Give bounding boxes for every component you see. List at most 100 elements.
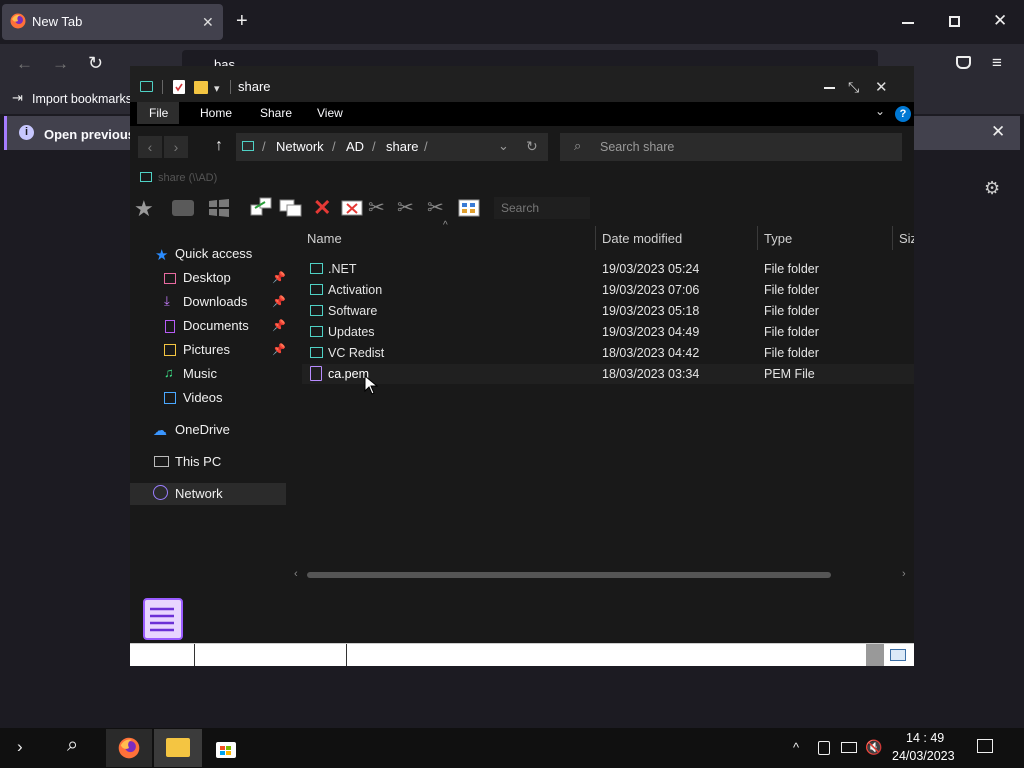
column-header-type[interactable]: Type [764, 231, 792, 246]
file-row[interactable]: Updates 19/03/2023 04:49 File folder [302, 322, 914, 342]
taskbar-firefox-button[interactable] [106, 729, 152, 767]
windows-logo-icon[interactable] [208, 198, 230, 218]
column-divider[interactable] [595, 226, 596, 250]
file-row[interactable]: VC Redist 18/03/2023 04:42 File folder [302, 343, 914, 363]
column-header-name[interactable]: Name [307, 231, 342, 246]
import-icon: ⇥ [12, 90, 23, 105]
forward-icon[interactable]: → [52, 54, 69, 74]
file-row[interactable]: Activation 19/03/2023 07:06 File folder [302, 280, 914, 300]
clock-time[interactable]: 14 : 49 [906, 731, 944, 745]
favorite-star-icon[interactable]: ★ [134, 196, 154, 222]
close-tab-icon[interactable]: ✕ [202, 14, 214, 31]
file-row[interactable]: .NET 19/03/2023 05:24 File folder [302, 259, 914, 279]
cut-icon[interactable]: ✂ [368, 195, 385, 220]
pin-icon[interactable]: 📌 [272, 319, 286, 332]
breadcrumb-share[interactable]: share [386, 139, 419, 154]
network-tray-icon[interactable] [841, 742, 857, 753]
reload-icon[interactable]: ↻ [88, 53, 103, 74]
explorer-minimize-icon[interactable] [824, 87, 835, 89]
close-window-icon[interactable]: ✕ [993, 11, 1007, 31]
meet-now-icon[interactable] [818, 741, 830, 755]
address-bar[interactable]: / Network / AD / share / ⌄ ↻ [236, 133, 548, 161]
new-tab-icon[interactable]: + [236, 10, 248, 33]
address-dropdown-icon[interactable]: ⌄ [498, 138, 509, 154]
scroll-right-icon[interactable]: › [902, 568, 906, 580]
rename-icon[interactable]: ✂ [397, 195, 414, 220]
scroll-left-icon[interactable]: ‹ [294, 568, 298, 580]
nav-this-pc[interactable]: This PC [175, 454, 221, 469]
nav-up-icon[interactable]: ↑ [215, 137, 223, 155]
ribbon-tab-share[interactable]: Share [260, 106, 292, 120]
nav-item-music[interactable]: ♫ Music [160, 365, 286, 386]
details-view-icon[interactable] [866, 644, 884, 666]
explorer-close-icon[interactable]: ✕ [875, 78, 888, 96]
ribbon-tab-home[interactable]: Home [200, 106, 232, 120]
quick-access-dropdown-icon[interactable]: ▾ [214, 82, 220, 95]
nav-item-label: Videos [183, 390, 223, 405]
file-row[interactable]: Software 19/03/2023 05:18 File folder [302, 301, 914, 321]
ribbon-tab-file[interactable]: File [149, 106, 168, 120]
pin-icon[interactable]: 📌 [272, 295, 286, 308]
nav-onedrive[interactable]: OneDrive [175, 422, 230, 437]
drive-icon[interactable] [172, 200, 194, 216]
delete-permanently-icon[interactable] [341, 198, 365, 218]
tree-location-label[interactable]: share (\\AD) [158, 172, 217, 184]
document-preview-icon [140, 597, 186, 641]
pin-icon[interactable]: 📌 [272, 271, 286, 284]
copy-to-icon[interactable] [279, 198, 303, 218]
nav-item-desktop[interactable]: Desktop 📌 [160, 270, 286, 290]
file-type: PEM File [764, 367, 815, 381]
breadcrumb-network[interactable]: Network [276, 139, 324, 154]
browser-tab[interactable]: New Tab ✕ [2, 4, 223, 40]
ribbon-tab-view[interactable]: View [317, 106, 343, 120]
nav-item-videos[interactable]: Videos [160, 390, 286, 410]
column-header-size[interactable]: Siz [899, 231, 914, 246]
column-divider[interactable] [757, 226, 758, 250]
explorer-maximize-icon[interactable]: ⤡ [848, 79, 859, 96]
taskbar-explorer-button[interactable] [154, 729, 202, 767]
clock-date[interactable]: 24/03/2023 [892, 749, 955, 763]
store-icon[interactable] [215, 737, 237, 759]
properties-icon[interactable] [173, 80, 185, 94]
column-divider[interactable] [892, 226, 893, 250]
nav-item-pictures[interactable]: Pictures 📌 [160, 342, 286, 362]
expand-ribbon-icon[interactable]: ⌄ [875, 104, 885, 118]
file-date: 18/03/2023 04:42 [602, 346, 700, 360]
new-folder-icon[interactable] [194, 81, 208, 94]
horizontal-scrollbar-thumb[interactable] [307, 572, 831, 578]
nav-network[interactable]: Network [175, 486, 223, 501]
column-header-date[interactable]: Date modified [602, 231, 682, 246]
pin-icon[interactable]: 📌 [272, 343, 286, 356]
minimize-icon[interactable] [902, 22, 914, 24]
chevron-right-icon[interactable]: › [17, 737, 23, 757]
menu-icon[interactable]: ≡ [992, 53, 1002, 73]
search-taskbar-icon[interactable]: ⌕ [67, 734, 78, 757]
volume-muted-icon[interactable]: 🔇 [865, 739, 882, 756]
file-date: 19/03/2023 04:49 [602, 325, 700, 339]
back-icon[interactable]: ← [16, 54, 33, 74]
nav-item-documents[interactable]: Documents 📌 [160, 318, 286, 338]
search-box[interactable]: ⌕ Search share [560, 133, 902, 161]
paste-icon[interactable]: ✂ [427, 195, 444, 220]
nav-back-icon[interactable]: ‹ [138, 136, 162, 158]
tray-overflow-icon[interactable]: ^ [793, 740, 799, 755]
notifications-icon[interactable] [977, 739, 993, 753]
nav-forward-icon[interactable]: › [164, 136, 188, 158]
move-to-icon[interactable] [250, 197, 274, 217]
breadcrumb-ad[interactable]: AD [346, 139, 364, 154]
close-notification-icon[interactable]: ✕ [991, 122, 1005, 142]
import-bookmarks-link[interactable]: Import bookmarks [32, 92, 132, 106]
view-options-icon[interactable] [458, 199, 480, 217]
help-icon[interactable]: ? [895, 106, 911, 122]
toolbar-search-input[interactable]: Search [494, 197, 590, 219]
delete-icon[interactable]: ✕ [313, 195, 331, 221]
nav-quick-access[interactable]: Quick access [175, 246, 252, 261]
file-row[interactable]: ca.pem 18/03/2023 03:34 PEM File [302, 364, 914, 384]
file-name: Updates [328, 325, 375, 339]
settings-gear-icon[interactable]: ⚙ [984, 178, 1000, 199]
pocket-icon[interactable] [956, 56, 971, 69]
restore-icon[interactable] [949, 16, 960, 27]
large-icons-view-icon[interactable] [890, 649, 906, 661]
nav-item-downloads[interactable]: ⤓ Downloads 📌 [160, 293, 286, 314]
refresh-icon[interactable]: ↻ [526, 138, 538, 155]
